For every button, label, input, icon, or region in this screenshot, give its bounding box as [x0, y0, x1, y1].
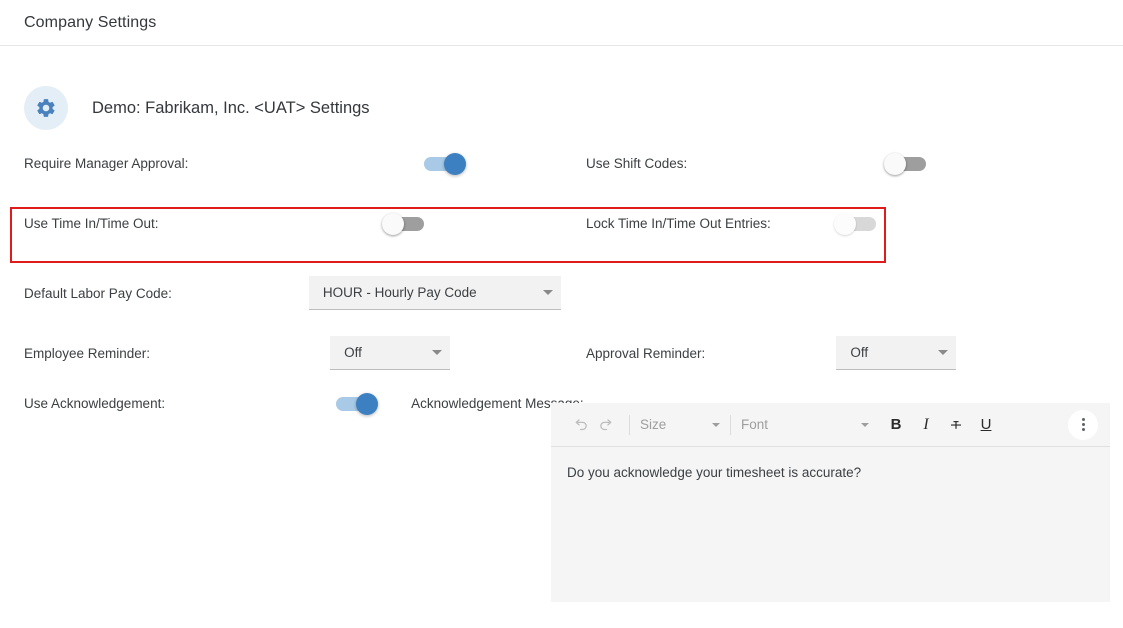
field-require-manager-approval: Require Manager Approval: [24, 156, 464, 171]
toggle-knob [444, 153, 466, 175]
editor-content[interactable]: Do you acknowledge your timesheet is acc… [551, 447, 1110, 480]
select-font-family[interactable]: Font [741, 417, 869, 432]
toolbar-divider [629, 415, 630, 435]
more-vertical-icon[interactable] [1068, 410, 1098, 440]
settings-row: Require Manager Approval: Use Shift Code… [0, 156, 1123, 216]
acknowledgement-message-editor: Size Font B I U Do you acknowledge your … [551, 403, 1110, 602]
field-label: Use Acknowledgement: [24, 396, 165, 411]
dot [1082, 428, 1085, 431]
select-font-size-label: Size [640, 417, 666, 432]
italic-button[interactable]: I [911, 411, 941, 439]
select-employee-reminder[interactable]: Off [330, 336, 450, 370]
select-value: Off [344, 345, 422, 360]
chevron-down-icon [861, 423, 869, 427]
select-font-size[interactable]: Size [640, 417, 720, 432]
field-approval-reminder: Approval Reminder: Off [586, 336, 956, 370]
toggle-knob [382, 213, 404, 235]
field-use-time-in-time-out: Use Time In/Time Out: [24, 216, 424, 231]
select-value: Off [850, 345, 928, 360]
field-label: Use Shift Codes: [586, 156, 687, 171]
toggle-knob [834, 213, 856, 235]
settings-row: Default Labor Pay Code: HOUR - Hourly Pa… [0, 276, 1123, 336]
field-use-acknowledgement: Use Acknowledgement: Acknowledgement Mes… [24, 396, 584, 411]
settings-section-header: Demo: Fabrikam, Inc. <UAT> Settings [0, 86, 1123, 130]
toggle-knob [884, 153, 906, 175]
select-default-labor-pay-code[interactable]: HOUR - Hourly Pay Code [309, 276, 561, 310]
toggle-use-shift-codes[interactable] [886, 157, 926, 171]
dot [1082, 418, 1085, 421]
toggle-require-manager-approval[interactable] [424, 157, 464, 171]
page-header: Company Settings [0, 0, 1123, 46]
editor-toolbar: Size Font B I U [551, 403, 1110, 447]
field-label: Approval Reminder: [586, 346, 705, 361]
chevron-down-icon [938, 350, 948, 355]
chevron-down-icon [432, 350, 442, 355]
field-label: Lock Time In/Time Out Entries: [586, 216, 771, 231]
underline-button[interactable]: U [971, 411, 1001, 439]
select-value: HOUR - Hourly Pay Code [323, 285, 533, 300]
field-label: Require Manager Approval: [24, 156, 188, 171]
settings-row: Use Time In/Time Out: Lock Time In/Time … [0, 216, 1123, 276]
field-use-shift-codes: Use Shift Codes: [586, 156, 926, 171]
chevron-down-icon [712, 423, 720, 427]
field-label: Default Labor Pay Code: [24, 286, 172, 301]
field-label: Employee Reminder: [24, 346, 150, 361]
select-font-family-label: Font [741, 417, 768, 432]
page-title: Company Settings [24, 14, 156, 32]
toggle-lock-time-in-time-out-entries[interactable] [836, 217, 876, 231]
toggle-use-time-in-time-out[interactable] [384, 217, 424, 231]
field-label: Use Time In/Time Out: [24, 216, 159, 231]
dot [1082, 423, 1085, 426]
chevron-down-icon [543, 290, 553, 295]
field-default-labor-pay-code: Default Labor Pay Code: HOUR - Hourly Pa… [24, 276, 561, 310]
toolbar-divider [730, 415, 731, 435]
field-lock-time-in-time-out-entries: Lock Time In/Time Out Entries: [586, 216, 876, 231]
strikethrough-button[interactable] [941, 411, 971, 439]
bold-button[interactable]: B [881, 411, 911, 439]
field-employee-reminder: Employee Reminder: Off [24, 336, 450, 370]
select-approval-reminder[interactable]: Off [836, 336, 956, 370]
redo-icon[interactable] [593, 412, 619, 438]
toggle-knob [356, 393, 378, 415]
gear-icon [24, 86, 68, 130]
undo-icon[interactable] [567, 412, 593, 438]
settings-row: Employee Reminder: Off Approval Reminder… [0, 336, 1123, 396]
section-title: Demo: Fabrikam, Inc. <UAT> Settings [92, 99, 370, 118]
toggle-use-acknowledgement[interactable] [336, 397, 376, 411]
